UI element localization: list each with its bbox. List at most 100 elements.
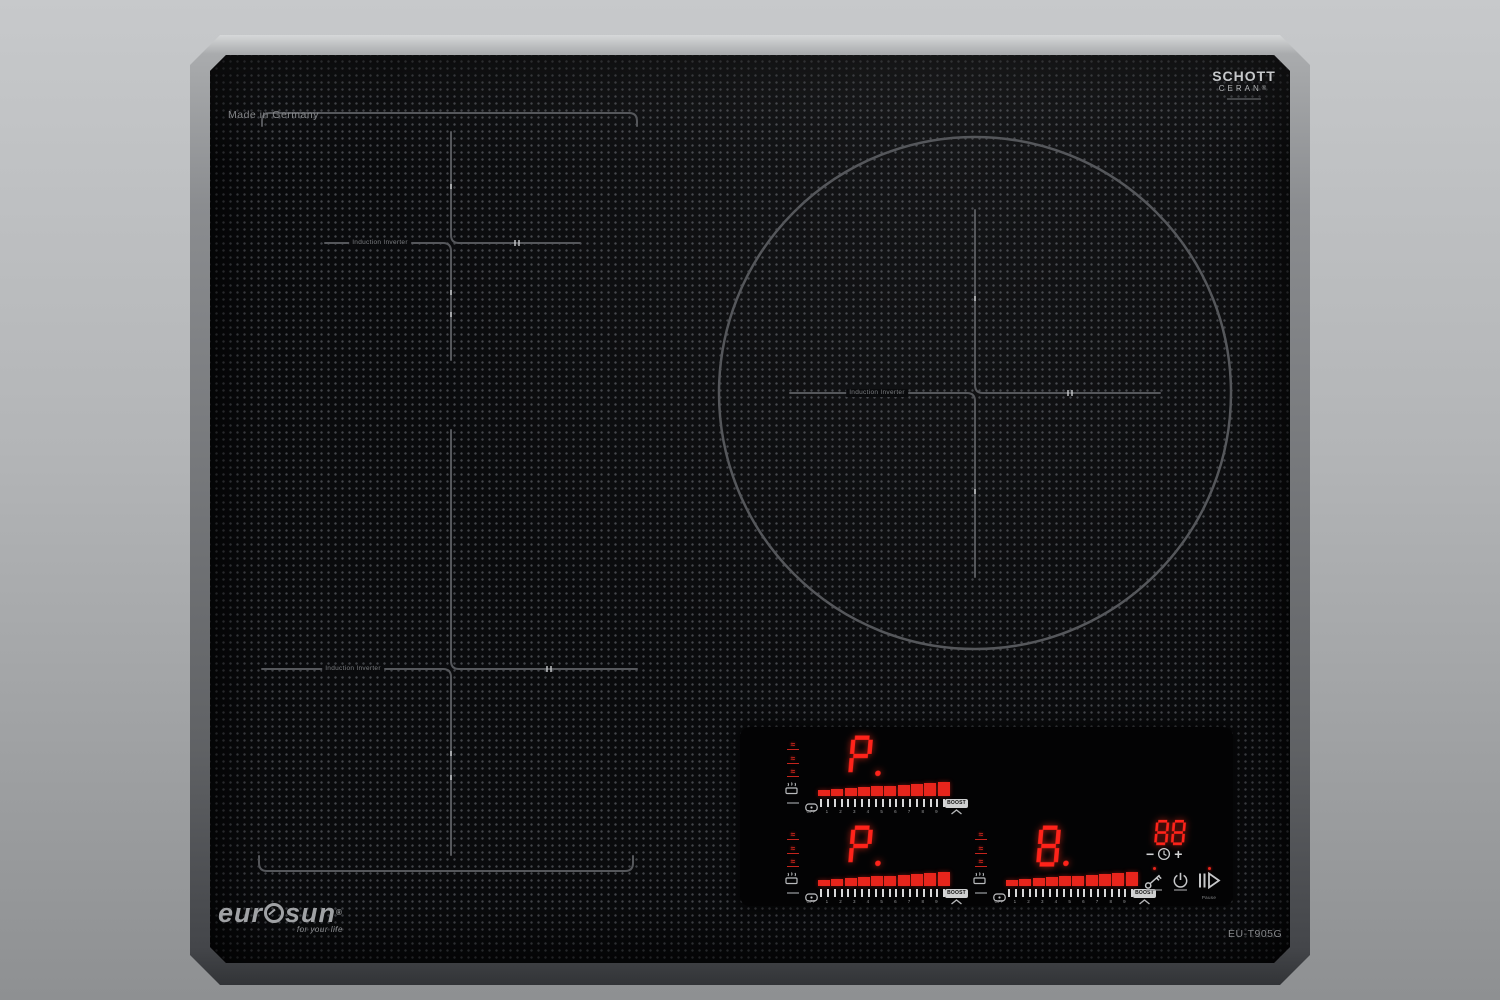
slider-tick[interactable]	[895, 889, 897, 897]
pause-button[interactable]: Pause	[1197, 867, 1221, 900]
timer-plus-button[interactable]: +	[1174, 847, 1182, 861]
slider-tick[interactable]	[854, 889, 856, 897]
keep-warm-level-icon[interactable]: ≈	[787, 831, 799, 840]
slider-tick[interactable]	[923, 799, 925, 807]
slider-tick[interactable]	[875, 889, 877, 897]
slider-tick[interactable]	[868, 889, 870, 897]
power-bar-segment[interactable]	[1033, 878, 1045, 886]
power-bar-segment[interactable]	[871, 786, 883, 796]
power-bar-segment[interactable]	[1019, 879, 1031, 886]
slider-tick[interactable]	[1049, 889, 1051, 897]
slider-tick[interactable]	[1124, 889, 1126, 897]
slider-tick[interactable]	[834, 889, 836, 897]
slider-tick[interactable]	[1029, 889, 1031, 897]
power-bar-segment[interactable]	[1099, 874, 1111, 886]
power-bar-segment[interactable]	[1059, 876, 1071, 886]
slider-tick[interactable]	[854, 799, 856, 807]
power-bar-segment[interactable]	[938, 872, 950, 886]
keep-warm-level-icon[interactable]: ≈	[787, 845, 799, 854]
keep-warm-level-icon[interactable]: ≈	[975, 858, 987, 867]
child-lock-key-button[interactable]	[1144, 867, 1164, 896]
slider-tick[interactable]	[916, 889, 918, 897]
power-bar-segment[interactable]	[845, 788, 857, 796]
slider-tick[interactable]	[889, 889, 891, 897]
slider-tick[interactable]	[889, 799, 891, 807]
slider-tick[interactable]	[820, 889, 822, 897]
slider-tick[interactable]	[1118, 889, 1120, 897]
power-bar-segment[interactable]	[1072, 876, 1084, 887]
slider-tick[interactable]	[936, 799, 938, 807]
slider-tick[interactable]	[1015, 889, 1017, 897]
power-bar-segment[interactable]	[1126, 872, 1138, 886]
slider-tick[interactable]	[1070, 889, 1072, 897]
slider-tick[interactable]	[1090, 889, 1092, 897]
power-bar-segment[interactable]	[858, 877, 870, 886]
slider-tick[interactable]	[875, 799, 877, 807]
keep-warm-level-icon[interactable]: ≈	[787, 741, 799, 750]
slider-tick[interactable]	[882, 799, 884, 807]
slider-tick[interactable]	[930, 889, 932, 897]
warm-pan-icon[interactable]	[784, 872, 802, 890]
slider-tick[interactable]	[1008, 889, 1010, 897]
slider-tick[interactable]	[1042, 889, 1044, 897]
slider-tick[interactable]	[827, 889, 829, 897]
slider-tick[interactable]	[834, 799, 836, 807]
power-bar-segment[interactable]	[924, 873, 936, 886]
slider-tick[interactable]	[1077, 889, 1079, 897]
slider-tick[interactable]	[861, 889, 863, 897]
slider-tick[interactable]	[936, 889, 938, 897]
power-bar-segment[interactable]	[898, 785, 910, 796]
slider-tick[interactable]	[1056, 889, 1058, 897]
slider-tick[interactable]	[861, 799, 863, 807]
slider-tick[interactable]	[1063, 889, 1065, 897]
power-bar-segment[interactable]	[898, 875, 910, 886]
power-bar-segment[interactable]	[831, 879, 843, 886]
power-bar-segment[interactable]	[884, 876, 896, 887]
power-bar-segment[interactable]	[1112, 873, 1124, 886]
slider-tick[interactable]	[909, 889, 911, 897]
slider-tick[interactable]	[909, 799, 911, 807]
warm-pan-icon[interactable]	[784, 782, 802, 800]
power-bar-segment[interactable]	[1086, 875, 1098, 886]
slider-tick[interactable]	[882, 889, 884, 897]
power-bar-segment[interactable]	[924, 783, 936, 796]
power-bar-segment[interactable]	[1006, 880, 1018, 886]
slider-tick[interactable]	[1097, 889, 1099, 897]
warm-pan-icon[interactable]	[972, 872, 990, 890]
slider-tick[interactable]	[868, 799, 870, 807]
power-bar-segment[interactable]	[911, 784, 923, 796]
keep-warm-level-icon[interactable]: ≈	[975, 831, 987, 840]
power-bar-segment[interactable]	[845, 878, 857, 886]
power-bar-segment[interactable]	[818, 880, 830, 886]
slider-tick[interactable]	[923, 889, 925, 897]
slider-tick[interactable]	[820, 799, 822, 807]
slider-tick[interactable]	[847, 889, 849, 897]
power-bar-segment[interactable]	[938, 782, 950, 796]
power-bar-segment[interactable]	[911, 874, 923, 886]
power-bar-segment[interactable]	[871, 876, 883, 886]
slider-tick[interactable]	[841, 889, 843, 897]
keep-warm-level-icon[interactable]: ≈	[975, 845, 987, 854]
slider-tick[interactable]	[895, 799, 897, 807]
power-button[interactable]	[1172, 867, 1189, 896]
slider-tick[interactable]	[847, 799, 849, 807]
power-bar-segment[interactable]	[858, 787, 870, 796]
keep-warm-level-icon[interactable]: ≈	[787, 755, 799, 764]
slider-tick[interactable]	[827, 799, 829, 807]
slider-tick[interactable]	[916, 799, 918, 807]
slider-tick[interactable]	[1111, 889, 1113, 897]
timer-minus-button[interactable]: −	[1146, 847, 1154, 861]
slider-tick[interactable]	[930, 799, 932, 807]
power-bar-segment[interactable]	[1046, 877, 1058, 886]
slider-tick[interactable]	[1035, 889, 1037, 897]
slider-tick[interactable]	[902, 889, 904, 897]
power-bar-segment[interactable]	[831, 789, 843, 796]
power-bar-segment[interactable]	[884, 786, 896, 797]
boost-button[interactable]: BOOST	[945, 799, 968, 808]
slider-tick[interactable]	[1104, 889, 1106, 897]
clock-icon[interactable]	[1157, 847, 1171, 861]
slider-tick[interactable]	[902, 799, 904, 807]
slider-tick[interactable]	[1083, 889, 1085, 897]
power-bar-segment[interactable]	[818, 790, 830, 796]
slider-tick[interactable]	[1022, 889, 1024, 897]
